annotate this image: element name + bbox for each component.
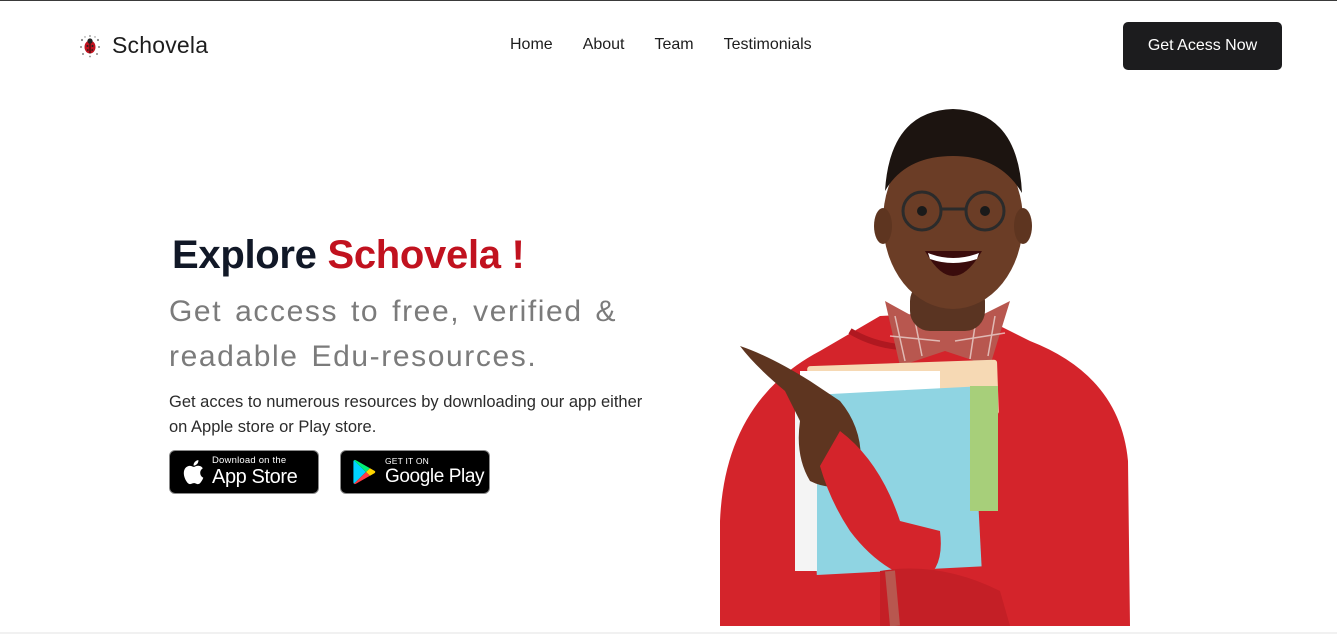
get-access-button[interactable]: Get Acess Now bbox=[1123, 22, 1282, 70]
apple-icon bbox=[183, 460, 204, 485]
google-play-small-label: GET IT ON bbox=[385, 456, 429, 466]
hero-title-brand: Schovela ! bbox=[327, 233, 525, 277]
app-store-big-label: App Store bbox=[212, 466, 298, 488]
brand-name: Schovela bbox=[112, 32, 209, 58]
hero-description: Get acces to numerous resources by downl… bbox=[169, 393, 643, 436]
top-nav: Schovela Home About Team Testimonials Ge… bbox=[0, 1, 1337, 91]
ladybug-icon bbox=[80, 34, 100, 57]
nav-link-team[interactable]: Team bbox=[655, 36, 694, 54]
hero-title-prefix: Explore bbox=[172, 233, 317, 277]
app-store-text: Download on the App Store bbox=[212, 455, 298, 489]
app-store-small-label: Download on the bbox=[212, 455, 287, 466]
nav-links: Home About Team Testimonials bbox=[510, 36, 812, 54]
hero-title: Explore Schovela ! bbox=[172, 233, 525, 278]
google-play-button[interactable]: GET IT ON Google Play bbox=[340, 450, 490, 494]
nav-link-about[interactable]: About bbox=[583, 36, 625, 54]
hero-subtitle: Get access to free, verified & readable … bbox=[169, 295, 618, 373]
google-play-text: GET IT ON Google Play bbox=[385, 456, 485, 488]
app-store-button[interactable]: Download on the App Store bbox=[169, 450, 319, 494]
brand-logo[interactable]: Schovela bbox=[78, 32, 208, 59]
google-play-big-label: Google Play bbox=[385, 466, 485, 487]
store-buttons: Download on the App Store GET IT ON Goog… bbox=[169, 450, 490, 494]
nav-link-testimonials[interactable]: Testimonials bbox=[724, 36, 812, 54]
google-play-icon bbox=[353, 459, 376, 485]
student-photo bbox=[720, 109, 1130, 626]
nav-link-home[interactable]: Home bbox=[510, 36, 553, 54]
